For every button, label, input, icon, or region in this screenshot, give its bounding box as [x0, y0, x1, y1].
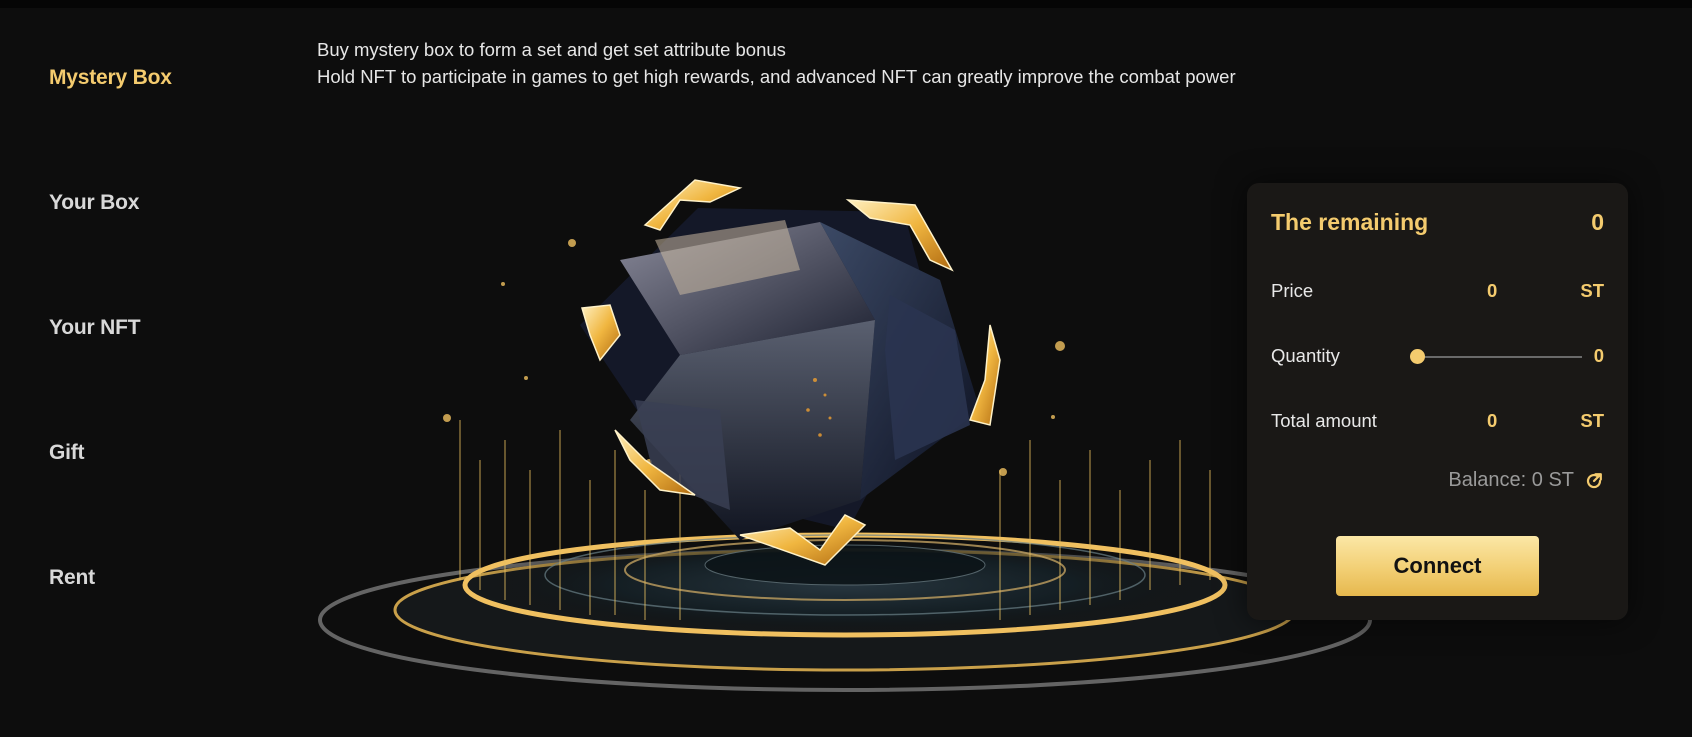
mystery-box-illustration — [300, 160, 1390, 720]
intro-line-1: Buy mystery box to form a set and get se… — [317, 39, 786, 60]
sidebar-item-mystery-box[interactable]: Mystery Box — [49, 66, 172, 90]
total-row: Total amount 0 ST — [1271, 409, 1604, 433]
balance-row: Balance: 0 ST — [1448, 469, 1604, 492]
intro-line-2: Hold NFT to participate in games to get … — [317, 66, 1236, 87]
connect-button[interactable]: Connect — [1336, 536, 1539, 596]
remaining-label: The remaining — [1271, 209, 1429, 235]
mystery-box-cube-icon — [318, 179, 1372, 692]
price-value: 0 — [1487, 280, 1498, 301]
refresh-icon[interactable] — [1584, 471, 1604, 491]
price-unit: ST — [1580, 280, 1604, 301]
quantity-slider-thumb[interactable] — [1410, 349, 1425, 364]
quantity-value: 0 — [1593, 345, 1604, 366]
sidebar-item-your-box[interactable]: Your Box — [49, 191, 139, 215]
purchase-panel: The remaining 0 Price 0 ST Quantity 0 To… — [1247, 183, 1628, 620]
sidebar: Mystery Box Your Box Your NFT Gift Rent — [49, 0, 269, 737]
balance-text: Balance: 0 ST — [1448, 469, 1574, 491]
total-label: Total amount — [1271, 410, 1377, 431]
sidebar-item-rent[interactable]: Rent — [49, 566, 95, 590]
sidebar-item-gift[interactable]: Gift — [49, 441, 85, 465]
price-row: Price 0 ST — [1271, 279, 1604, 303]
remaining-row: The remaining 0 — [1271, 209, 1604, 236]
quantity-slider-track[interactable] — [1418, 356, 1582, 358]
total-value: 0 — [1487, 410, 1498, 431]
remaining-value: 0 — [1591, 209, 1604, 235]
sidebar-item-your-nft[interactable]: Your NFT — [49, 316, 141, 340]
total-unit: ST — [1580, 410, 1604, 431]
intro-text: Buy mystery box to form a set and get se… — [317, 36, 1236, 90]
quantity-label: Quantity — [1271, 345, 1340, 366]
quantity-row: Quantity 0 — [1271, 344, 1604, 368]
price-label: Price — [1271, 280, 1314, 301]
